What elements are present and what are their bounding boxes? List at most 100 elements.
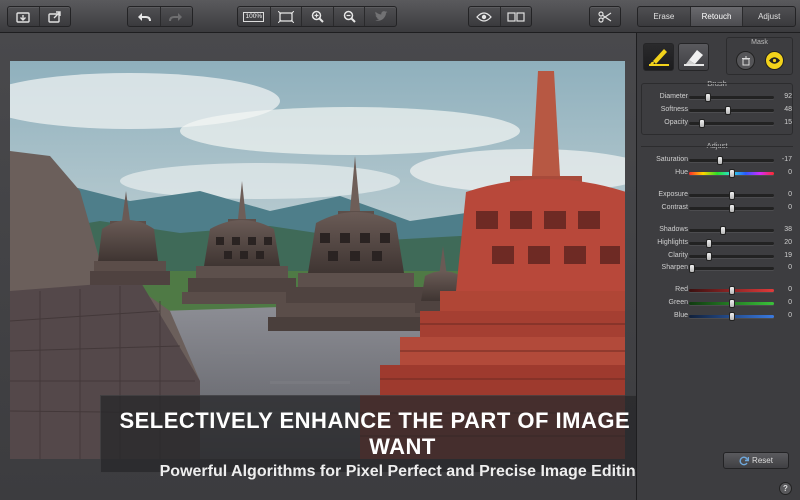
import-icon: [16, 11, 30, 23]
export-button[interactable]: [38, 7, 71, 26]
slider-knob[interactable]: [728, 299, 735, 308]
slider-blue: Blue 0: [640, 311, 796, 321]
slider-green: Green 0: [640, 298, 796, 308]
slider-red: Red 0: [640, 285, 796, 295]
slider-value: 0: [788, 264, 792, 271]
scissors-icon: [598, 10, 612, 23]
slider-knob[interactable]: [716, 156, 723, 165]
split-view-button[interactable]: [499, 7, 532, 26]
slider-knob[interactable]: [725, 106, 732, 115]
slider-value: 0: [788, 191, 792, 198]
trash-icon: [741, 56, 750, 65]
slider-track[interactable]: [689, 191, 774, 200]
slider-highlights: Highlights 20: [640, 238, 796, 248]
split-view-icon: [507, 11, 525, 22]
mode-tab-bar: Erase Retouch Adjust: [637, 6, 796, 27]
slider-diameter: Diameter 92: [640, 92, 796, 102]
slider-track[interactable]: [689, 169, 774, 178]
reset-button[interactable]: Reset: [723, 452, 789, 469]
slider-knob[interactable]: [720, 226, 726, 235]
actual-size-button[interactable]: 100%: [238, 7, 270, 26]
slider-track[interactable]: [689, 286, 774, 295]
eye-icon: [476, 11, 493, 22]
mask-label: Mask: [751, 39, 768, 46]
file-button-group: [7, 6, 71, 27]
redo-arrow-icon: [169, 12, 183, 21]
slider-track[interactable]: [689, 299, 774, 308]
promo-title: SELECTIVELY ENHANCE THE PART OF IMAGE YO…: [119, 408, 686, 459]
slider-value: 0: [788, 204, 792, 211]
mask-group: Mask: [726, 37, 793, 75]
slider-track[interactable]: [689, 264, 774, 273]
slider-saturation: Saturation -17: [640, 155, 796, 165]
slider-contrast: Contrast 0: [640, 203, 796, 213]
promo-subtitle: Powerful Algorithms for Pixel Perfect an…: [159, 463, 646, 480]
slider-label: Green: [668, 299, 688, 306]
compare-button-group: [468, 6, 532, 27]
slider-knob[interactable]: [689, 264, 696, 273]
slider-track[interactable]: [689, 106, 774, 115]
slider-track[interactable]: [689, 119, 774, 128]
show-mask-button[interactable]: [765, 51, 784, 70]
slider-label: Contrast: [661, 204, 688, 211]
slider-knob[interactable]: [698, 119, 705, 128]
eraser-tool-button[interactable]: [678, 43, 709, 71]
slider-label: Blue: [673, 312, 688, 319]
redo-button[interactable]: [159, 7, 192, 26]
slider-label: Exposure: [658, 191, 688, 198]
share-icon: [48, 10, 61, 23]
slider-track[interactable]: [689, 312, 774, 321]
slider-track[interactable]: [689, 239, 774, 248]
slider-label: Sharpen: [661, 264, 688, 271]
slider-value: 0: [788, 169, 792, 176]
slider-label: Softness: [660, 106, 688, 113]
slider-track[interactable]: [689, 93, 774, 102]
crop-button-group: [589, 6, 621, 27]
clear-mask-button[interactable]: [736, 51, 755, 70]
zoom-in-button[interactable]: [301, 7, 333, 26]
slider-clarity: Clarity 19: [640, 251, 796, 261]
slider-knob[interactable]: [705, 239, 712, 248]
tab-adjust[interactable]: Adjust: [742, 7, 795, 26]
help-button[interactable]: ?: [779, 482, 792, 495]
slider-knob[interactable]: [705, 252, 712, 261]
slider-knob[interactable]: [704, 93, 711, 102]
slider-track[interactable]: [689, 156, 774, 165]
cut-button[interactable]: [590, 7, 620, 26]
import-button[interactable]: [8, 7, 39, 26]
slider-opacity: Opacity 15: [640, 118, 796, 128]
slider-value: 0: [788, 286, 792, 293]
brush-tool-button[interactable]: [643, 43, 674, 71]
app-window: 100% Erase Retouch Adjust SELECTIVELY EN…: [0, 0, 800, 500]
slider-value: 0: [788, 299, 792, 306]
tab-erase[interactable]: Erase: [638, 7, 690, 26]
slider-track[interactable]: [689, 204, 774, 213]
slider-shadows: Shadows 38: [640, 225, 796, 235]
zoom-out-icon: [343, 10, 356, 23]
slider-label: Shadows: [659, 226, 688, 233]
slider-knob[interactable]: [728, 191, 735, 200]
zoom-out-button[interactable]: [332, 7, 365, 26]
slider-knob[interactable]: [728, 312, 735, 321]
reset-arrows-icon: [739, 456, 750, 465]
slider-label: Highlights: [657, 239, 688, 246]
eye-icon: [769, 57, 780, 64]
fit-screen-button[interactable]: [269, 7, 302, 26]
zoom-in-icon: [311, 10, 324, 23]
promo-banner: SELECTIVELY ENHANCE THE PART OF IMAGE YO…: [100, 395, 705, 480]
slider-label: Clarity: [668, 252, 688, 259]
twitter-bird-icon: [374, 11, 388, 21]
slider-knob[interactable]: [728, 286, 735, 295]
slider-label: Red: [675, 286, 688, 293]
tab-retouch[interactable]: Retouch: [689, 7, 743, 26]
slider-hue: Hue 0: [640, 168, 796, 178]
slider-knob[interactable]: [728, 169, 735, 178]
preview-button[interactable]: [469, 7, 500, 26]
slider-knob[interactable]: [728, 204, 735, 213]
slider-label: Hue: [675, 169, 688, 176]
twitter-share-button[interactable]: [364, 7, 396, 26]
slider-label: Opacity: [664, 119, 688, 126]
slider-track[interactable]: [689, 252, 774, 261]
undo-button[interactable]: [128, 7, 160, 26]
slider-track[interactable]: [689, 226, 774, 235]
